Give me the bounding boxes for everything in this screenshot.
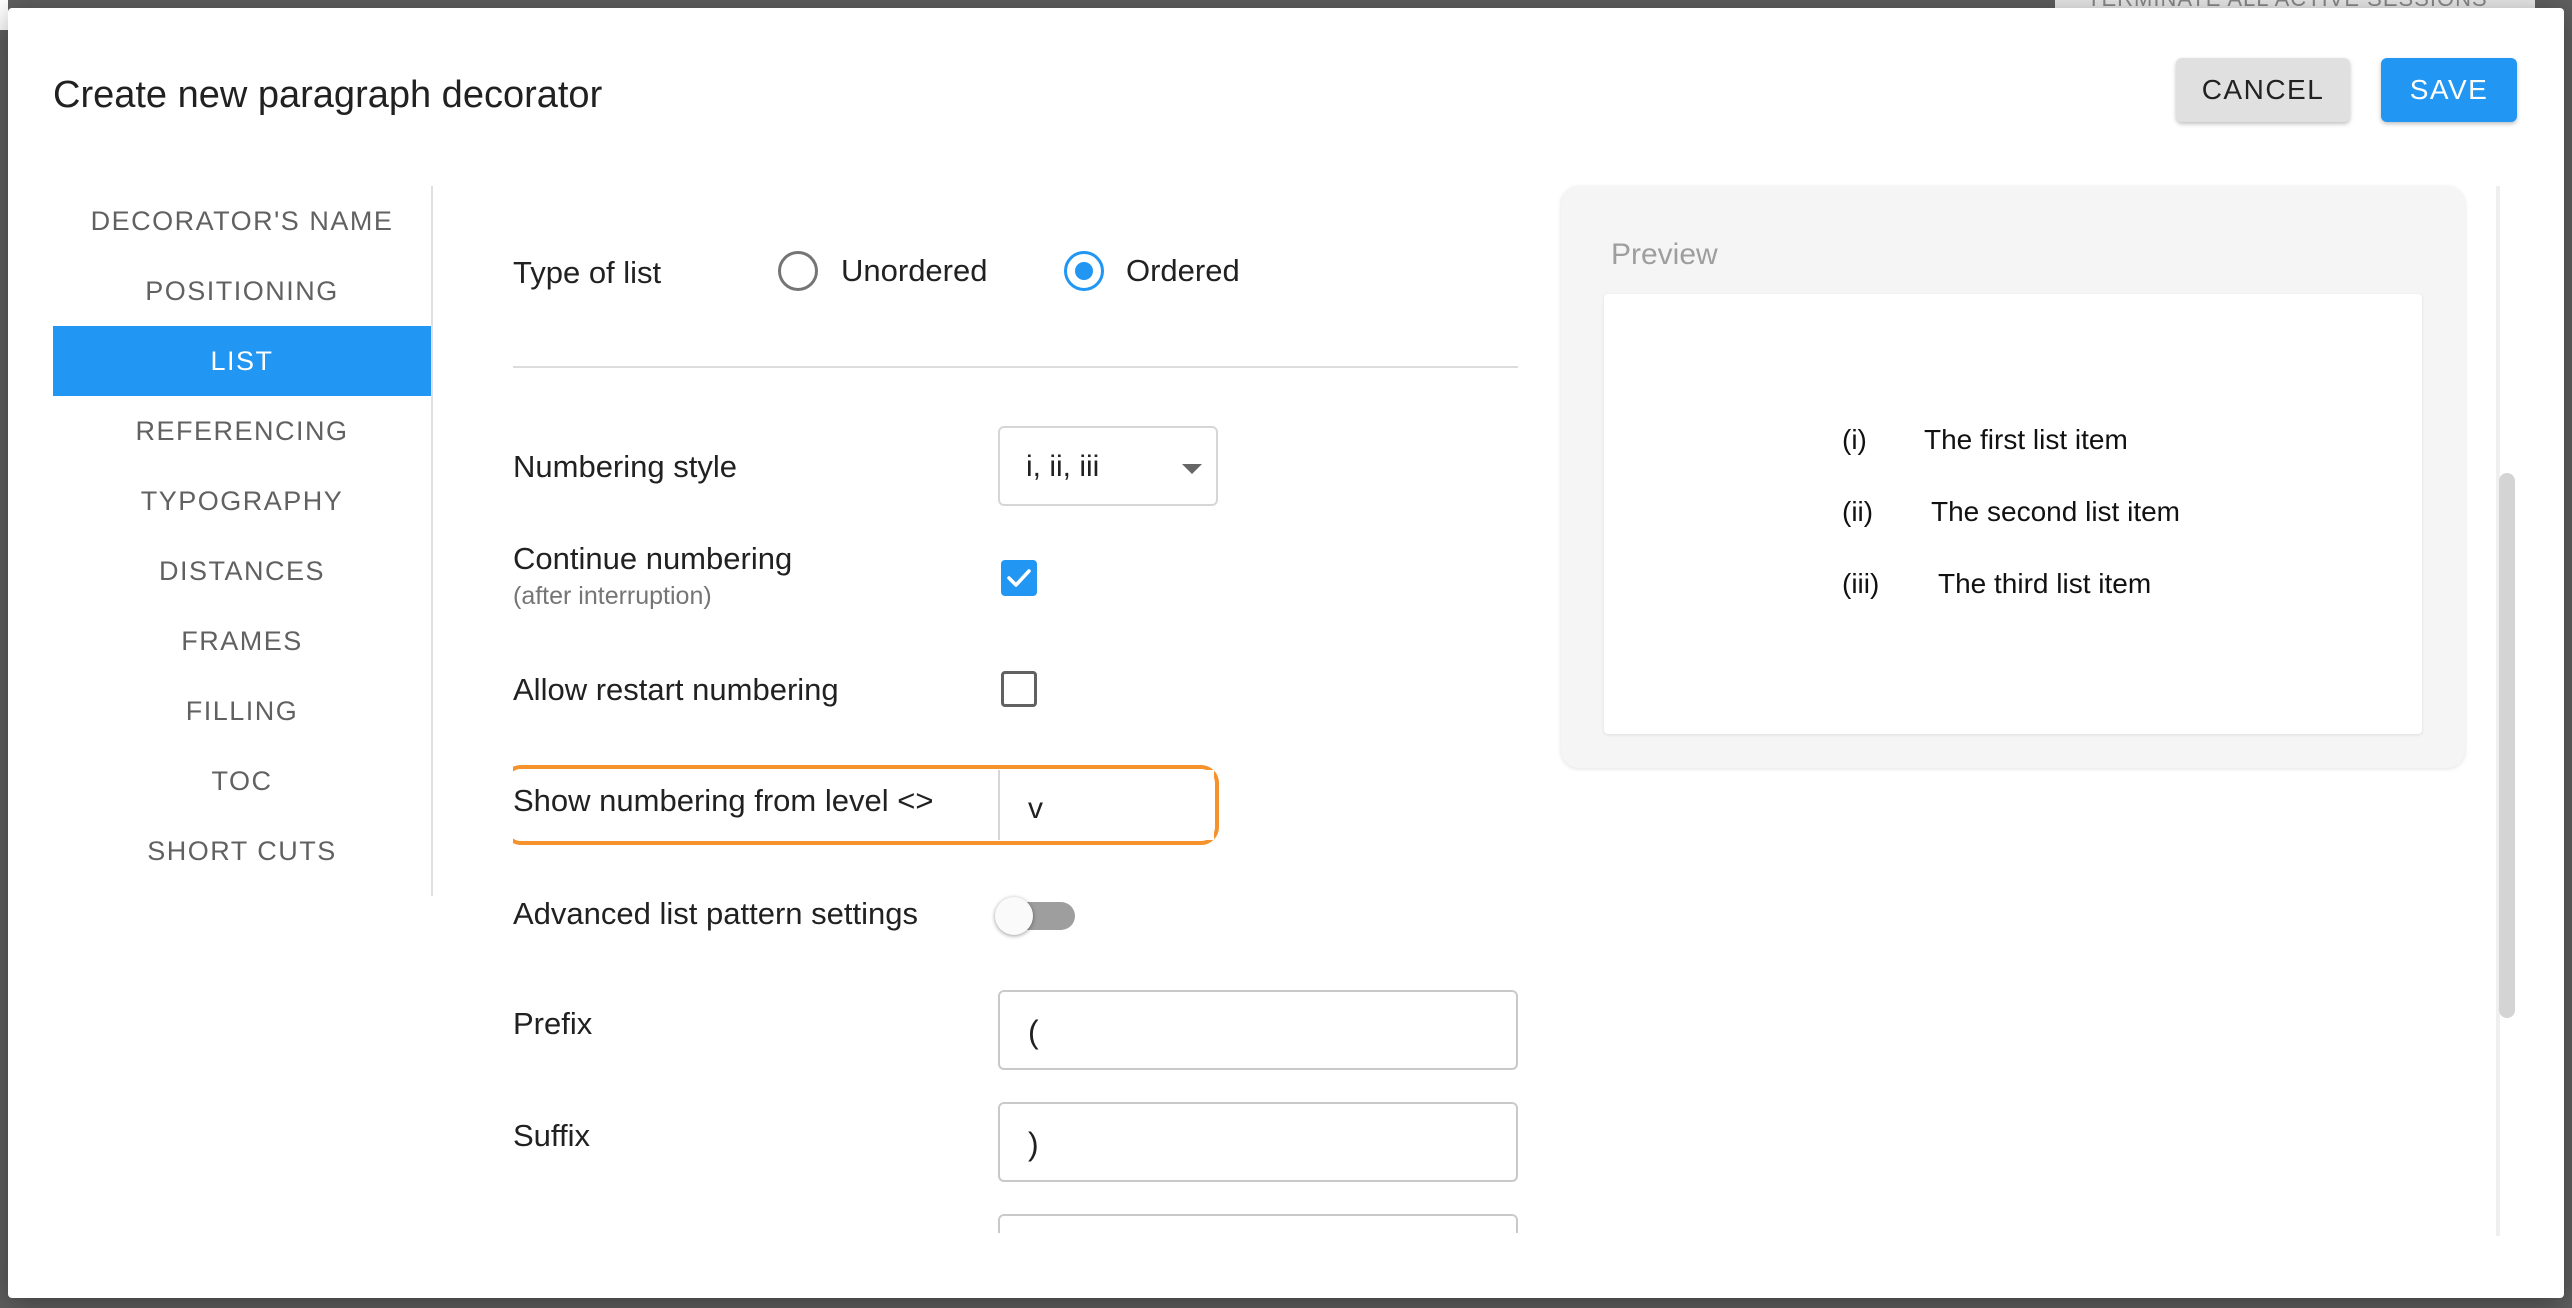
- continue-numbering-sub-label: (after interruption): [513, 582, 712, 610]
- advanced-pattern-toggle-thumb[interactable]: [995, 897, 1033, 935]
- allow-restart-label: Allow restart numbering: [513, 672, 839, 707]
- suffix-label: Suffix: [513, 1118, 590, 1153]
- numbering-style-select[interactable]: i, ii, iii: [998, 426, 1218, 506]
- preview-item-text: The second list item: [1931, 496, 2180, 527]
- continue-numbering-checkbox[interactable]: [1001, 560, 1037, 596]
- nav-item-frames[interactable]: FRAMES: [53, 606, 431, 676]
- nav-item-short-cuts[interactable]: SHORT CUTS: [53, 816, 431, 886]
- paragraph-decorator-dialog: Create new paragraph decorator CANCEL SA…: [8, 8, 2564, 1298]
- suffix-input[interactable]: ): [998, 1102, 1518, 1182]
- numbering-style-label: Numbering style: [513, 449, 737, 484]
- show-from-level-value: v: [1028, 792, 1043, 825]
- ordered-radio-label[interactable]: Ordered: [1126, 253, 1240, 289]
- continue-numbering-label: Continue numbering: [513, 541, 793, 576]
- ordered-radio[interactable]: [1064, 251, 1104, 291]
- list-settings-form: Type of list Unordered Ordered Numbering…: [513, 193, 1523, 1233]
- cancel-button[interactable]: CANCEL: [2176, 58, 2350, 122]
- chevron-down-icon: [1182, 464, 1202, 474]
- preview-title: Preview: [1611, 238, 1718, 271]
- save-button[interactable]: SAVE: [2381, 58, 2517, 122]
- dialog-title: Create new paragraph decorator: [53, 74, 603, 116]
- preview-item-marker: (ii): [1842, 496, 1874, 527]
- show-from-level-input[interactable]: v: [998, 770, 1214, 840]
- show-from-level-label: Show numbering from level <>: [513, 783, 934, 818]
- prefix-input[interactable]: (: [998, 990, 1518, 1070]
- nav-item-decorators-name[interactable]: DECORATOR'S NAME: [53, 186, 431, 256]
- nav-item-distances[interactable]: DISTANCES: [53, 536, 431, 606]
- nav-item-referencing[interactable]: REFERENCING: [53, 396, 431, 466]
- advanced-pattern-label: Advanced list pattern settings: [513, 896, 918, 931]
- suffix-value: ): [1028, 1126, 1039, 1162]
- nav-item-typography[interactable]: TYPOGRAPHY: [53, 466, 431, 536]
- preview-paper: (i) The first list item (ii) The second …: [1604, 294, 2422, 734]
- prefix-value: (: [1028, 1014, 1039, 1050]
- next-field-input-partial[interactable]: [998, 1214, 1518, 1233]
- nav-item-toc[interactable]: TOC: [53, 746, 431, 816]
- preview-item-marker: (iii): [1842, 568, 1880, 599]
- background-app-edge: [0, 0, 8, 30]
- unordered-radio[interactable]: [778, 251, 818, 291]
- prefix-label: Prefix: [513, 1006, 593, 1041]
- type-of-list-label: Type of list: [513, 255, 662, 290]
- preview-item-text: The first list item: [1924, 424, 2128, 455]
- scrollbar-thumb[interactable]: [2499, 473, 2515, 1018]
- nav-item-positioning[interactable]: POSITIONING: [53, 256, 431, 326]
- section-divider: [513, 366, 1518, 368]
- preview-item-text: The third list item: [1938, 568, 2152, 599]
- nav-item-list[interactable]: LIST: [53, 326, 431, 396]
- unordered-radio-label[interactable]: Unordered: [841, 253, 987, 289]
- numbering-style-value: i, ii, iii: [1026, 450, 1100, 483]
- checkmark-icon: [1007, 569, 1031, 587]
- preview-item-marker: (i): [1842, 424, 1867, 455]
- preview-panel: Preview (i) The first list item (ii) The…: [1561, 186, 2465, 768]
- nav-item-filling[interactable]: FILLING: [53, 676, 431, 746]
- allow-restart-checkbox[interactable]: [1001, 671, 1037, 707]
- section-nav: DECORATOR'S NAME POSITIONING LIST REFERE…: [53, 186, 433, 896]
